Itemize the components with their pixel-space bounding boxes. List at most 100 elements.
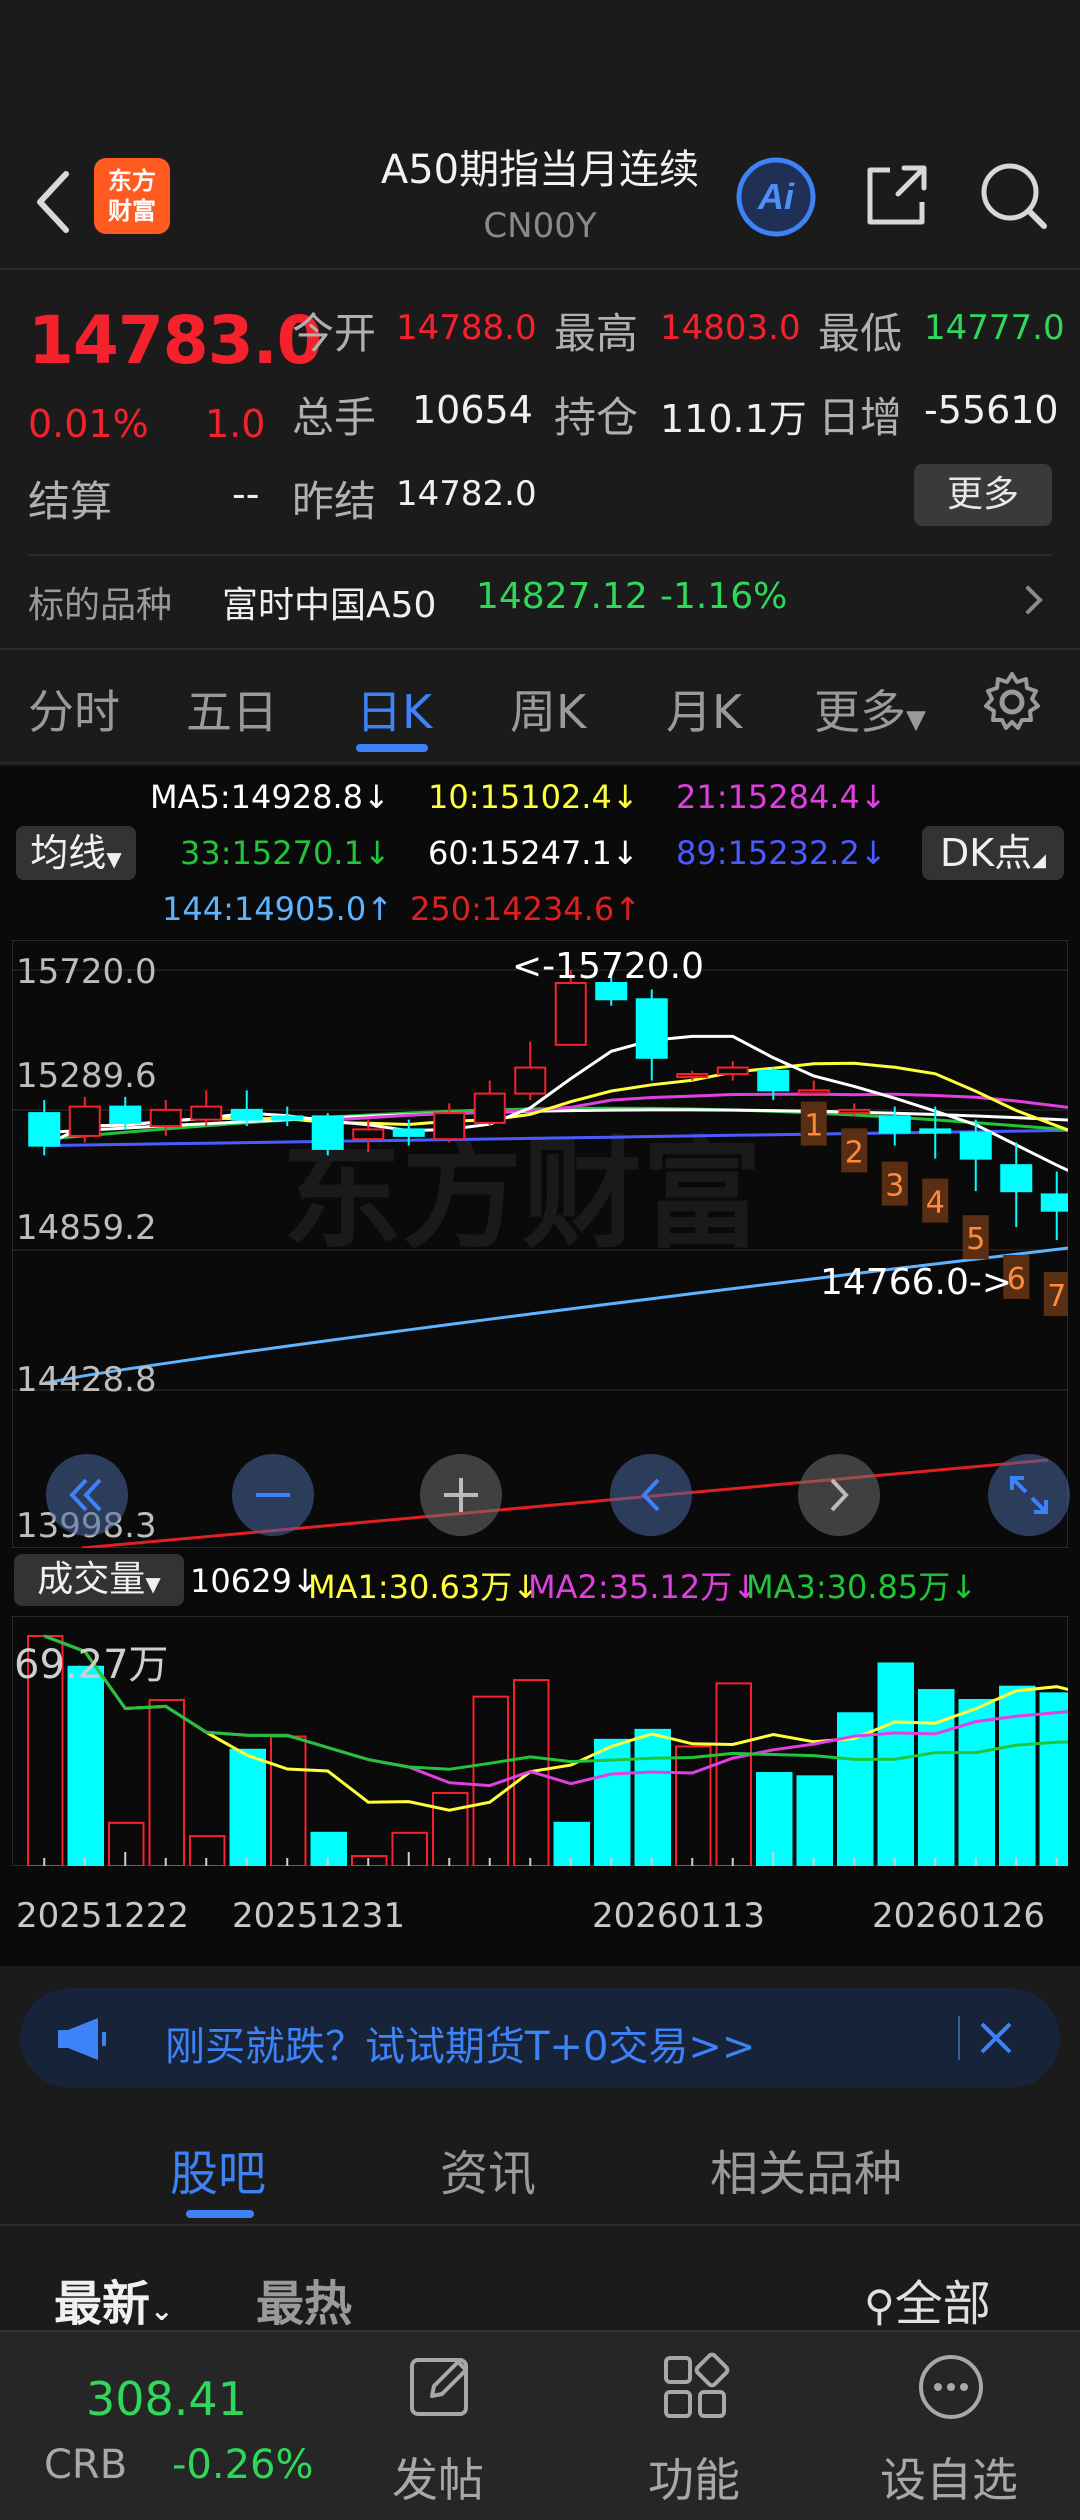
chevron-down-icon: ⌄: [150, 2294, 174, 2327]
function-button[interactable]: 功能: [648, 2444, 740, 2510]
close-icon[interactable]: [976, 2018, 1016, 2058]
corner-triangle-icon: ◢: [1032, 850, 1047, 871]
candle: [68, 1105, 101, 1137]
open-label: 今开: [292, 309, 377, 358]
gear-icon[interactable]: [980, 670, 1044, 734]
grid-icon[interactable]: [658, 2350, 732, 2424]
tab-related[interactable]: 相关品种: [710, 2134, 902, 2204]
volume-bar: [715, 1682, 752, 1866]
ai-assistant-icon[interactable]: Ai: [735, 156, 817, 238]
watermark: 东方财富: [282, 1126, 762, 1265]
chevron-right-icon: [830, 1478, 849, 1512]
ai-label: Ai: [757, 176, 795, 217]
tab-intraday[interactable]: 分时: [28, 676, 120, 742]
tab-more-label: 更多: [814, 685, 906, 739]
filter-all-label: 全部: [894, 2276, 991, 2332]
candle: [919, 1128, 952, 1134]
y-axis-label-3: 14859.2: [16, 1208, 157, 1248]
date-label-3: 20260113: [592, 1896, 766, 1936]
high-annotation: <-15720.0: [512, 946, 705, 987]
edit-icon[interactable]: [404, 2350, 478, 2424]
more-circle-icon[interactable]: [914, 2350, 988, 2424]
share-icon[interactable]: [860, 158, 934, 232]
kline-main-chart[interactable]: 东方财富 123456789: [12, 940, 1068, 1548]
low-annotation: 14766.0->: [820, 1262, 1013, 1303]
scroll-left-button[interactable]: [610, 1454, 692, 1536]
logo-text-1: 东方: [108, 167, 156, 195]
sort-latest[interactable]: 最新⌄: [54, 2264, 173, 2334]
page-title: A50期指当月连续: [380, 147, 700, 193]
megaphone-icon: [58, 2018, 106, 2060]
logo-text-2: 财富: [108, 197, 156, 225]
td-count-label: 1: [804, 1109, 823, 1144]
candle: [109, 1105, 142, 1124]
tab-news[interactable]: 资讯: [440, 2134, 536, 2204]
zoom-out-button[interactable]: [232, 1454, 314, 1536]
high-label: 最高: [554, 309, 639, 358]
more-quote-button[interactable]: 更多: [914, 464, 1052, 526]
volume-label: 总手: [292, 393, 377, 442]
last-price: 14783.0: [28, 302, 323, 379]
plus-icon: [444, 1478, 478, 1512]
caret-down-icon: ▼: [145, 1572, 161, 1596]
search-icon[interactable]: [976, 158, 1050, 232]
tab-daily-k[interactable]: 日K: [356, 676, 432, 742]
filter-row: 最新⌄ 最热 ⚲全部: [0, 2226, 1080, 2332]
ma-selector[interactable]: 均线▼: [16, 826, 136, 880]
y-axis-label-2: 15289.6: [16, 1056, 157, 1096]
settle-value: --: [232, 472, 260, 516]
sort-hot[interactable]: 最热: [256, 2264, 352, 2334]
candle: [1040, 1193, 1068, 1212]
underlying-name: 富时中国A50: [222, 585, 437, 626]
ma250-value: 250:14234.6↑: [410, 890, 641, 928]
volume-ma3: MA3:30.85万↓: [746, 1568, 978, 1606]
filter-all[interactable]: ⚲全部: [864, 2264, 991, 2334]
underlying-row[interactable]: 标的品种 富时中国A50 14827.12 -1.16%: [28, 554, 1052, 642]
volume-bar: [270, 1735, 307, 1866]
tab-more[interactable]: 更多▼: [814, 676, 926, 742]
promo-banner[interactable]: 刚买就跌？试试期货T+0交易>>: [20, 1988, 1060, 2088]
tab-forum[interactable]: 股吧: [170, 2134, 266, 2204]
candle: [716, 1066, 749, 1076]
kline-chart-area[interactable]: MA5:14928.8↓ 10:15102.4↓ 21:15284.4↓ 均线▼…: [0, 766, 1080, 1966]
candle: [352, 1128, 385, 1141]
volume-bar: [634, 1728, 671, 1866]
date-label-4: 20260126: [872, 1896, 1046, 1936]
tab-monthly-k[interactable]: 月K: [666, 676, 742, 742]
ma21-value: 21:15284.4↓: [676, 778, 887, 816]
open-value: 14788.0: [396, 308, 537, 348]
candle: [271, 1115, 304, 1121]
scroll-right-button[interactable]: [798, 1454, 880, 1536]
volume-bar: [1039, 1692, 1068, 1866]
sort-latest-label: 最新: [54, 2276, 151, 2332]
back-icon[interactable]: [26, 162, 86, 242]
header: 东方 财富 A50期指当月连续 CN00Y Ai: [0, 140, 1080, 270]
zoom-in-button[interactable]: [420, 1454, 502, 1536]
candle: [311, 1115, 344, 1150]
change-value: 1.0: [205, 402, 266, 446]
ma60-value: 60:15247.1↓: [428, 834, 639, 872]
post-button[interactable]: 发帖: [392, 2444, 484, 2510]
ma89-value: 89:15232.2↓: [676, 834, 887, 872]
period-tabs: 分时 五日 日K 周K 月K 更多▼: [0, 648, 1080, 764]
fullscreen-button[interactable]: [988, 1454, 1070, 1536]
change-percent: 0.01%: [28, 402, 149, 446]
volume-current: 10629↓: [190, 1562, 319, 1600]
tab-five-day[interactable]: 五日: [186, 676, 278, 742]
scroll-to-start-button[interactable]: [46, 1454, 128, 1536]
double-chevron-left-icon: [69, 1478, 102, 1512]
volume-bar: [796, 1775, 833, 1866]
caret-down-icon: ▼: [906, 705, 926, 735]
volume-indicator-selector[interactable]: 成交量▼: [14, 1554, 184, 1606]
volume-bar: [675, 1745, 712, 1866]
add-watchlist-button[interactable]: 设自选: [880, 2444, 1018, 2510]
volume-ma1: MA1:30.63万↓: [308, 1568, 540, 1606]
volume-chart[interactable]: [12, 1616, 1068, 1866]
section-tabs: 股吧 资讯 相关品种: [0, 2110, 1080, 2226]
chevron-left-icon: [641, 1478, 660, 1512]
td-count-label: 3: [885, 1169, 904, 1204]
candle: [149, 1108, 182, 1128]
dk-point-button[interactable]: DK点◢: [922, 826, 1064, 880]
tab-weekly-k[interactable]: 周K: [510, 676, 586, 742]
ma-selector-label: 均线: [30, 831, 107, 875]
